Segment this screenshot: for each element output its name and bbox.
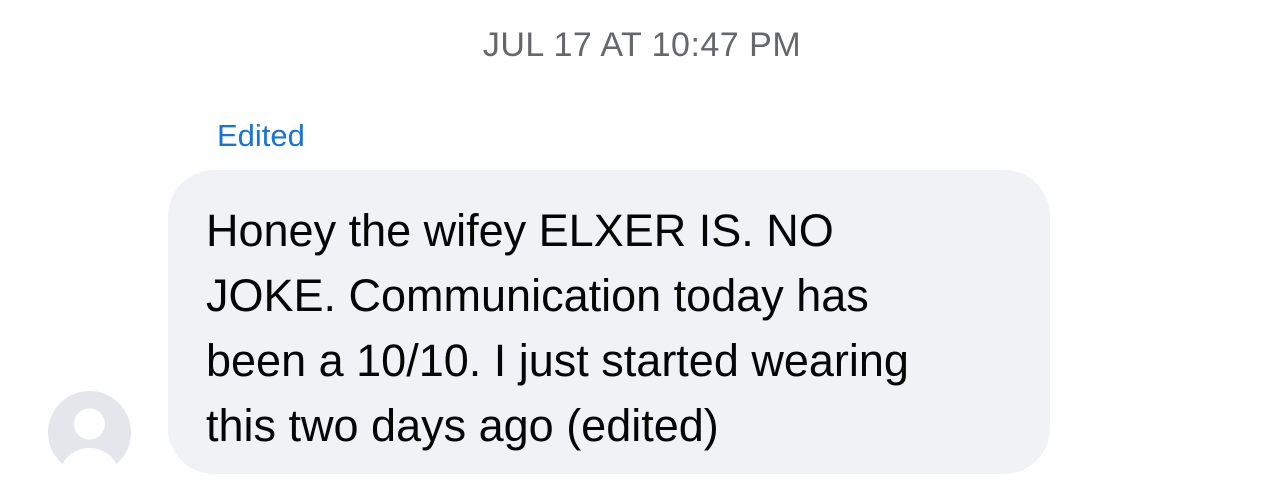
message-timestamp: JUL 17 AT 10:47 PM bbox=[482, 26, 802, 64]
conversation-view: JUL 17 AT 10:47 PM Edited Honey the wife… bbox=[0, 0, 1284, 495]
sender-avatar[interactable] bbox=[48, 391, 131, 474]
edited-indicator[interactable]: Edited bbox=[217, 118, 305, 154]
message-text: Honey the wifey ELXER IS. NO JOKE. Commu… bbox=[206, 205, 909, 451]
message-bubble[interactable]: Honey the wifey ELXER IS. NO JOKE. Commu… bbox=[168, 170, 1050, 474]
default-profile-icon bbox=[60, 408, 119, 474]
